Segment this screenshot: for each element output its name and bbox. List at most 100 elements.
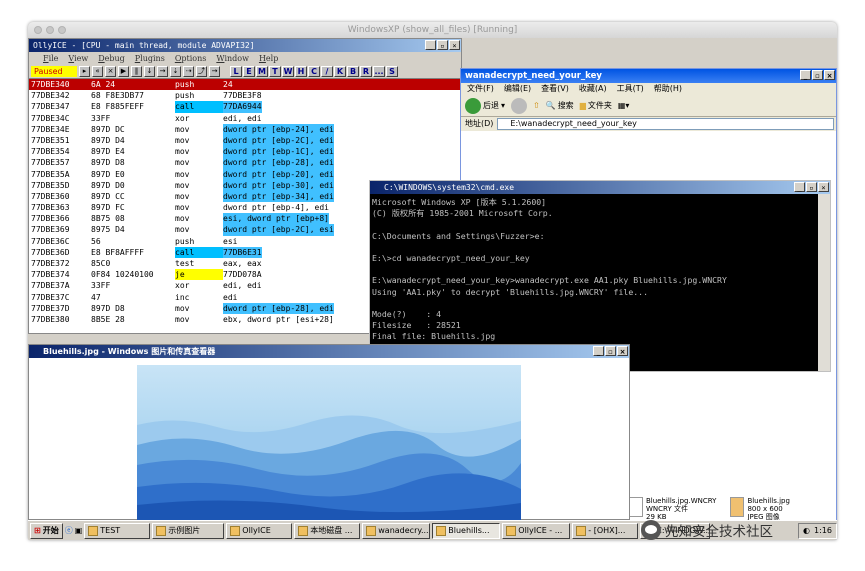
window-button[interactable]: B bbox=[347, 66, 359, 77]
task-label: - [OHX]... bbox=[588, 525, 626, 535]
task-button[interactable]: 示例图片 bbox=[152, 522, 225, 539]
maximize-button[interactable]: ▫ bbox=[806, 182, 817, 192]
step-into-icon[interactable]: ↓ bbox=[144, 66, 155, 77]
task-button[interactable]: TEST bbox=[84, 522, 151, 539]
address-label: 地址(D) bbox=[465, 119, 494, 128]
goto-icon[interactable]: → bbox=[209, 66, 220, 77]
disasm-row[interactable]: 77DBE34C 33FF xor edi, edi bbox=[29, 113, 461, 124]
disasm-row[interactable]: 77DBE351 897D D4 mov dword ptr [ebp-2C], ed… bbox=[29, 134, 461, 147]
search-button[interactable]: 🔍 搜索 bbox=[546, 100, 574, 111]
minimize-light[interactable] bbox=[46, 26, 54, 34]
disasm-row[interactable]: 77DBE347 E8 F885FEFF call 77DA6944 bbox=[29, 101, 461, 113]
viewer-titlebar: Bluehills.jpg - Windows 图片和传真查看器 _ ▫ × bbox=[29, 345, 629, 358]
mnemonic-cell: mov bbox=[175, 147, 190, 157]
task-label: wanadecry... bbox=[378, 525, 429, 535]
window-button[interactable]: / bbox=[321, 66, 333, 77]
menu-item[interactable]: 工具(T) bbox=[617, 83, 644, 95]
trace-into-icon[interactable]: ⇣ bbox=[170, 66, 181, 77]
window-button[interactable]: C bbox=[308, 66, 320, 77]
close-button[interactable]: × bbox=[818, 182, 829, 192]
menu-item[interactable]: Debug bbox=[98, 52, 125, 65]
ie-icon[interactable]: ⓔ bbox=[65, 525, 73, 536]
mnemonic-cell: call bbox=[175, 101, 223, 113]
disasm-row[interactable]: 77DBE34E 897D DC mov dword ptr [ebp-24], ed… bbox=[29, 123, 461, 135]
pause-icon[interactable]: ‖ bbox=[131, 66, 142, 77]
close-button[interactable]: × bbox=[824, 70, 835, 80]
start-button[interactable]: ⊞ 开始 bbox=[30, 522, 63, 539]
views-icon[interactable]: ▦▾ bbox=[618, 101, 630, 110]
image-viewer-window[interactable]: Bluehills.jpg - Windows 图片和传真查看器 _ ▫ × bbox=[28, 344, 630, 522]
menu-item[interactable]: Plugins bbox=[135, 52, 165, 65]
minimize-button[interactable]: _ bbox=[593, 346, 604, 356]
back-button[interactable]: 后退 ▾ bbox=[465, 97, 505, 114]
task-button[interactable]: OllyICE bbox=[226, 522, 293, 539]
folder-icon: ▆ bbox=[579, 101, 586, 110]
window-button[interactable]: L bbox=[230, 66, 242, 77]
task-buttons: TEST 示例图片 OllyICE 本地磁盘 ... wanadecry... Blueh… bbox=[84, 522, 711, 539]
folders-button[interactable]: ▆ 文件夹 bbox=[580, 100, 612, 111]
disasm-row[interactable]: 77DBE354 897D E4 mov dword ptr [ebp-1C], ed… bbox=[29, 146, 461, 158]
cmd-line: Using 'AA1.pky' to decrypt 'Bluehills.jp… bbox=[372, 286, 649, 297]
window-button[interactable]: W bbox=[282, 66, 294, 77]
task-label: OllyICE bbox=[242, 525, 271, 535]
menu-item[interactable]: 查看(V) bbox=[541, 83, 569, 95]
file-item[interactable]: Bluehills.jpg.WNCRY WNCRY 文件 29 KB bbox=[629, 497, 716, 521]
mnemonic-cell: mov bbox=[175, 124, 190, 134]
window-button[interactable]: M bbox=[256, 66, 268, 77]
minimize-button[interactable]: _ bbox=[794, 182, 805, 192]
close-button[interactable]: × bbox=[449, 40, 460, 50]
window-button[interactable]: S bbox=[386, 66, 398, 77]
close-icon[interactable]: × bbox=[105, 66, 116, 77]
step-over-icon[interactable]: → bbox=[157, 66, 168, 77]
window-button[interactable]: H bbox=[295, 66, 307, 77]
desktop-icon[interactable]: ▣ bbox=[75, 526, 83, 535]
menu-item[interactable]: 帮助(H) bbox=[654, 83, 682, 95]
execute-till-return-icon[interactable]: ⤴ bbox=[196, 66, 207, 77]
menu-item[interactable]: View bbox=[68, 52, 88, 65]
tray-icon[interactable]: ◐ bbox=[803, 524, 810, 538]
disasm-row[interactable]: 77DBE342 68 F8E3DB77 push 77DBE3F8 bbox=[29, 90, 461, 101]
menu-item[interactable]: 编辑(E) bbox=[504, 83, 531, 95]
close-button[interactable]: × bbox=[617, 346, 628, 356]
disasm-row[interactable]: 77DBE340 6A 24 push 24 bbox=[29, 79, 461, 91]
cmd-output[interactable]: Microsoft Windows XP [版本 5.1.2600] (C) 版权… bbox=[370, 194, 830, 368]
cmd-scrollbar[interactable] bbox=[818, 194, 830, 371]
rewind-icon[interactable]: « bbox=[92, 66, 103, 77]
task-button[interactable]: 本地磁盘 ... bbox=[294, 522, 361, 539]
window-button[interactable]: E bbox=[243, 66, 255, 77]
task-button[interactable]: wanadecry... bbox=[362, 522, 431, 539]
maximize-button[interactable]: ▫ bbox=[812, 70, 823, 80]
file-item[interactable]: Bluehills.jpg 800 x 600 JPEG 图像 bbox=[730, 497, 790, 521]
hex-cell: 897D D8 bbox=[91, 303, 125, 313]
task-button[interactable]: Bluehills... bbox=[432, 522, 501, 539]
menu-item[interactable]: Options bbox=[175, 52, 207, 65]
run-icon[interactable]: ▶ bbox=[118, 66, 129, 77]
trace-over-icon[interactable]: ⇢ bbox=[183, 66, 194, 77]
window-button[interactable]: T bbox=[269, 66, 281, 77]
menu-item[interactable]: Window bbox=[216, 52, 249, 65]
forward-arrow-icon[interactable] bbox=[511, 97, 528, 114]
task-button[interactable]: - [OHX]... bbox=[572, 522, 639, 539]
maximize-button[interactable]: ▫ bbox=[605, 346, 616, 356]
mnemonic-cell: mov bbox=[175, 191, 190, 201]
minimize-button[interactable]: _ bbox=[800, 70, 811, 80]
disasm-row[interactable]: 77DBE35A 897D E0 mov dword ptr [ebp-20], ed… bbox=[29, 168, 461, 180]
maximize-button[interactable]: ▫ bbox=[437, 40, 448, 50]
menu-item[interactable]: 收藏(A) bbox=[579, 83, 607, 95]
cmd-line: Final file: Bluehills.jpg bbox=[372, 331, 496, 342]
minimize-button[interactable]: _ bbox=[425, 40, 436, 50]
menu-item[interactable]: Help bbox=[259, 52, 278, 65]
address-input[interactable]: E:\wanadecrypt_need_your_key bbox=[497, 118, 834, 130]
disasm-row[interactable]: 77DBE357 897D D8 mov dword ptr [ebp-28], ed… bbox=[29, 157, 461, 169]
up-folder-icon[interactable]: ⇧ bbox=[533, 101, 540, 110]
wncry-file-icon bbox=[629, 497, 643, 517]
menu-item[interactable]: 文件(F) bbox=[467, 83, 494, 95]
window-button[interactable]: R bbox=[360, 66, 372, 77]
open-icon[interactable]: ▸ bbox=[79, 66, 90, 77]
task-button[interactable]: OllyICE - ... bbox=[502, 522, 571, 539]
close-light[interactable] bbox=[34, 26, 42, 34]
menu-item[interactable]: File bbox=[43, 52, 58, 65]
zoom-light[interactable] bbox=[58, 26, 66, 34]
window-button[interactable]: ... bbox=[373, 66, 385, 77]
window-button[interactable]: K bbox=[334, 66, 346, 77]
